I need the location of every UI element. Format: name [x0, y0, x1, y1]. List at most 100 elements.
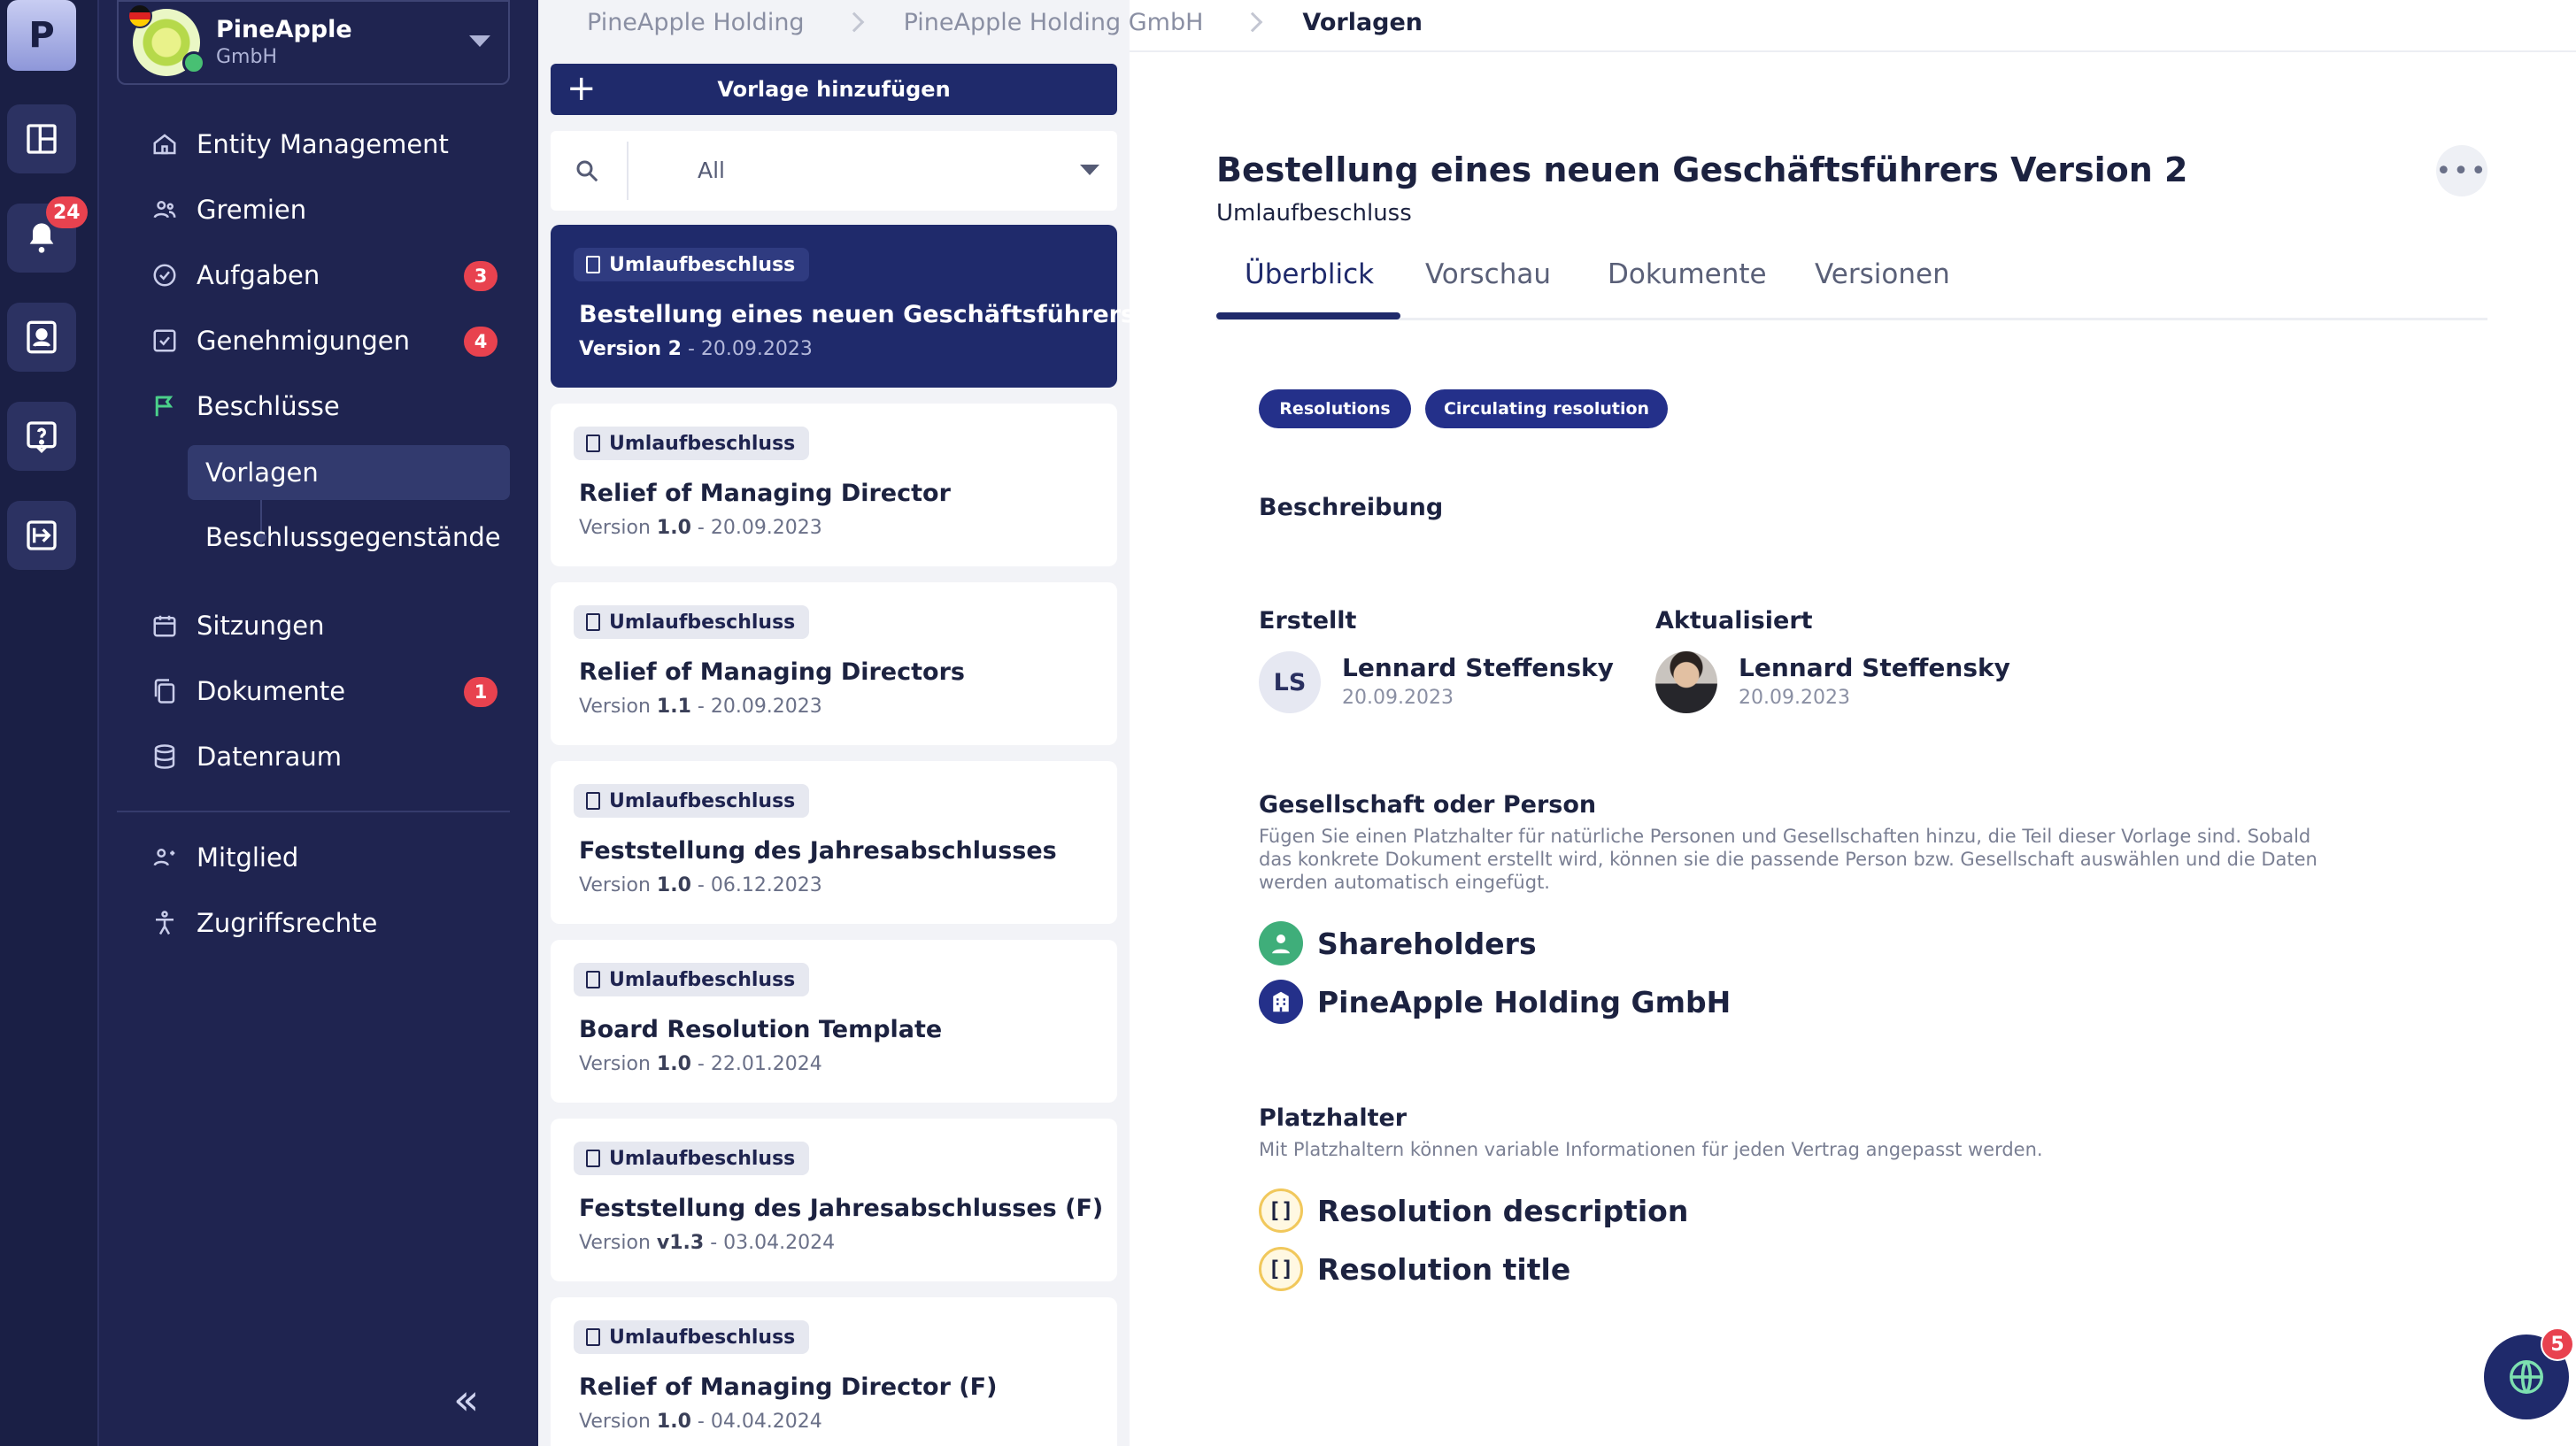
contact-card-icon — [27, 320, 57, 354]
documents-icon — [150, 677, 179, 705]
nav-item-entity-management[interactable]: Entity Management — [135, 117, 510, 172]
nav-item-vorlagen[interactable]: Vorlagen — [188, 445, 510, 500]
nav-item-dokumente[interactable]: Dokumente 1 — [135, 664, 510, 719]
template-version: Version 1.0 - 04.04.2024 — [579, 1411, 822, 1433]
filter-select-value[interactable]: All — [698, 158, 725, 183]
online-status-dot — [182, 51, 205, 74]
tab-documents[interactable]: Dokumente — [1608, 258, 1767, 290]
person-name: Lennard Steffensky — [1342, 653, 1614, 682]
category-tag: Resolutions — [1259, 389, 1411, 428]
nav-item-gremien[interactable]: Gremien — [135, 182, 510, 237]
template-card[interactable]: Umlaufbeschluss Board Resolution Templat… — [551, 940, 1117, 1103]
nav-item-zugriffsrechte[interactable]: Zugriffsrechte — [135, 896, 510, 950]
template-list-panel: + Vorlage hinzufügen All Umlaufbeschluss… — [538, 0, 1135, 1446]
placeholders-heading: Platzhalter — [1259, 1104, 1408, 1132]
tab-preview[interactable]: Vorschau — [1425, 258, 1551, 290]
document-icon — [586, 971, 600, 988]
nav-item-label: Beschlüsse — [197, 391, 340, 421]
users-icon — [150, 196, 179, 224]
brackets-icon: [] — [1259, 1188, 1303, 1233]
template-filter[interactable]: All — [551, 131, 1117, 211]
template-detail-panel: Bestellung eines neuen Geschäftsführers … — [1130, 53, 2576, 1446]
tab-versions[interactable]: Versionen — [1815, 258, 1950, 290]
resolution-type-chip: Umlaufbeschluss — [574, 1142, 810, 1175]
flag-icon — [150, 392, 179, 420]
entities-heading: Gesellschaft oder Person — [1259, 791, 1597, 819]
breadcrumb-item[interactable]: PineApple Holding — [587, 9, 805, 36]
placeholder-label: Resolution title — [1317, 1251, 1571, 1287]
template-version: Version 1.0 - 22.01.2024 — [579, 1053, 822, 1075]
breadcrumb-item[interactable]: PineApple Holding GmbH — [904, 9, 1204, 36]
header-divider — [1130, 50, 2576, 52]
template-card[interactable]: Umlaufbeschluss Bestellung eines neuen G… — [551, 225, 1135, 388]
nav-item-datenraum[interactable]: Datenraum — [135, 729, 510, 784]
nav-item-label: Entity Management — [197, 129, 449, 159]
count-badge: 1 — [464, 677, 497, 707]
collapse-sidebar-button[interactable]: « — [453, 1379, 479, 1421]
resolution-type-chip: Umlaufbeschluss — [574, 248, 810, 281]
template-card[interactable]: Umlaufbeschluss Relief of Managing Direc… — [551, 404, 1117, 566]
template-title: Feststellung des Jahresabschlusses (F) — [579, 1195, 1104, 1222]
person-date: 20.09.2023 — [1342, 687, 1454, 709]
entity-shareholders: Shareholders — [1259, 920, 1537, 966]
chevron-down-icon[interactable] — [1080, 165, 1099, 175]
resolution-type-chip: Umlaufbeschluss — [574, 784, 810, 818]
created-heading: Erstellt — [1259, 607, 1357, 635]
nav-item-label: Sitzungen — [197, 611, 325, 641]
nav-item-aufgaben[interactable]: Aufgaben 3 — [135, 248, 510, 303]
updated-heading: Aktualisiert — [1655, 607, 1813, 635]
chevron-down-icon — [469, 35, 490, 47]
home-icon — [150, 130, 179, 158]
organization-switcher[interactable]: PineApple GmbH — [117, 0, 510, 85]
nav-item-mitglied[interactable]: Mitglied — [135, 830, 510, 885]
person-name: Lennard Steffensky — [1739, 653, 2010, 682]
help-button[interactable] — [7, 402, 76, 471]
plus-icon: + — [567, 68, 597, 109]
nav-item-genehmigungen[interactable]: Genehmigungen 4 — [135, 313, 510, 368]
contacts-button[interactable] — [7, 303, 76, 372]
count-badge: 3 — [464, 261, 497, 291]
resolution-type-chip: Umlaufbeschluss — [574, 427, 810, 460]
add-template-button[interactable]: + Vorlage hinzufügen — [551, 64, 1117, 115]
template-version: Version 2 - 20.09.2023 — [579, 338, 813, 360]
dashboard-button[interactable] — [7, 104, 76, 173]
entities-description: Fügen Sie einen Platzhalter für natürlic… — [1259, 826, 2318, 893]
template-card[interactable]: Umlaufbeschluss Relief of Managing Direc… — [551, 1297, 1117, 1446]
template-card[interactable]: Umlaufbeschluss Feststellung des Jahresa… — [551, 761, 1117, 924]
notification-count-badge: 24 — [46, 196, 88, 228]
check-square-icon — [150, 327, 179, 355]
breadcrumb-current: Vorlagen — [1302, 8, 1423, 36]
nav-item-beschlussgegenstaende[interactable]: Beschlussgegenstände — [188, 510, 510, 565]
template-title: Board Resolution Template — [579, 1016, 943, 1043]
document-icon — [586, 792, 600, 810]
building-icon — [1259, 980, 1303, 1024]
template-title: Relief of Managing Director — [579, 480, 951, 507]
nav-item-sitzungen[interactable]: Sitzungen — [135, 598, 510, 653]
placeholders-description: Mit Platzhaltern können variable Informa… — [1259, 1139, 2043, 1160]
nav-item-label: Aufgaben — [197, 260, 320, 290]
entity-label: PineApple Holding GmbH — [1317, 984, 1731, 1019]
document-icon — [586, 256, 600, 273]
tab-overview[interactable]: Überblick — [1245, 258, 1374, 290]
placeholder-item: [] Resolution description — [1259, 1188, 1688, 1234]
organization-subtitle: GmbH — [216, 46, 277, 68]
document-icon — [586, 1150, 600, 1167]
logout-button[interactable] — [7, 501, 76, 570]
more-options-button[interactable]: ••• — [2435, 145, 2487, 196]
template-card[interactable]: Umlaufbeschluss Relief of Managing Direc… — [551, 582, 1117, 745]
person-icon — [1259, 921, 1303, 965]
search-icon[interactable] — [574, 158, 600, 184]
template-title: Relief of Managing Directors — [579, 658, 965, 686]
nav-item-label: Dokumente — [197, 676, 346, 706]
template-card[interactable]: Umlaufbeschluss Feststellung des Jahresa… — [551, 1119, 1117, 1281]
resolution-type-chip: Umlaufbeschluss — [574, 1320, 810, 1354]
app-logo[interactable]: P — [7, 0, 76, 71]
member-icon — [150, 843, 179, 872]
nav-item-beschluesse[interactable]: Beschlüsse — [135, 379, 510, 434]
document-icon — [586, 1328, 600, 1346]
page-subtitle: Umlaufbeschluss — [1216, 200, 1412, 227]
template-version: Version 1.0 - 20.09.2023 — [579, 517, 822, 539]
template-version: Version v1.3 - 03.04.2024 — [579, 1232, 836, 1254]
nav-item-label: Mitglied — [197, 842, 299, 873]
access-icon — [150, 909, 179, 937]
